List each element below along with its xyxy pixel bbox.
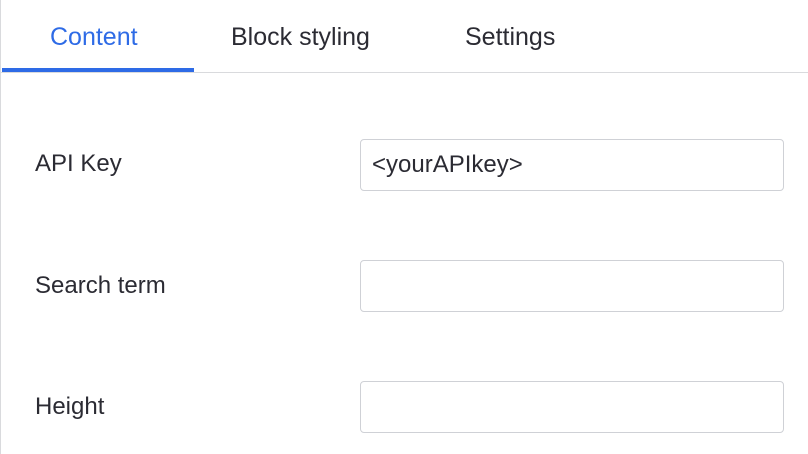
height-input[interactable] — [360, 381, 784, 433]
block-editor-panel: Content Block styling Settings API Key S… — [0, 0, 808, 454]
api-key-label: API Key — [35, 150, 122, 177]
search-term-input[interactable] — [360, 260, 784, 312]
active-tab-indicator — [2, 68, 194, 72]
api-key-input[interactable] — [360, 139, 784, 191]
height-label: Height — [35, 393, 105, 420]
search-term-label: Search term — [35, 272, 166, 299]
tab-bar: Content Block styling Settings — [1, 0, 808, 73]
tab-content[interactable]: Content — [50, 0, 138, 73]
tab-block-styling[interactable]: Block styling — [231, 0, 370, 73]
tab-settings[interactable]: Settings — [465, 0, 555, 73]
